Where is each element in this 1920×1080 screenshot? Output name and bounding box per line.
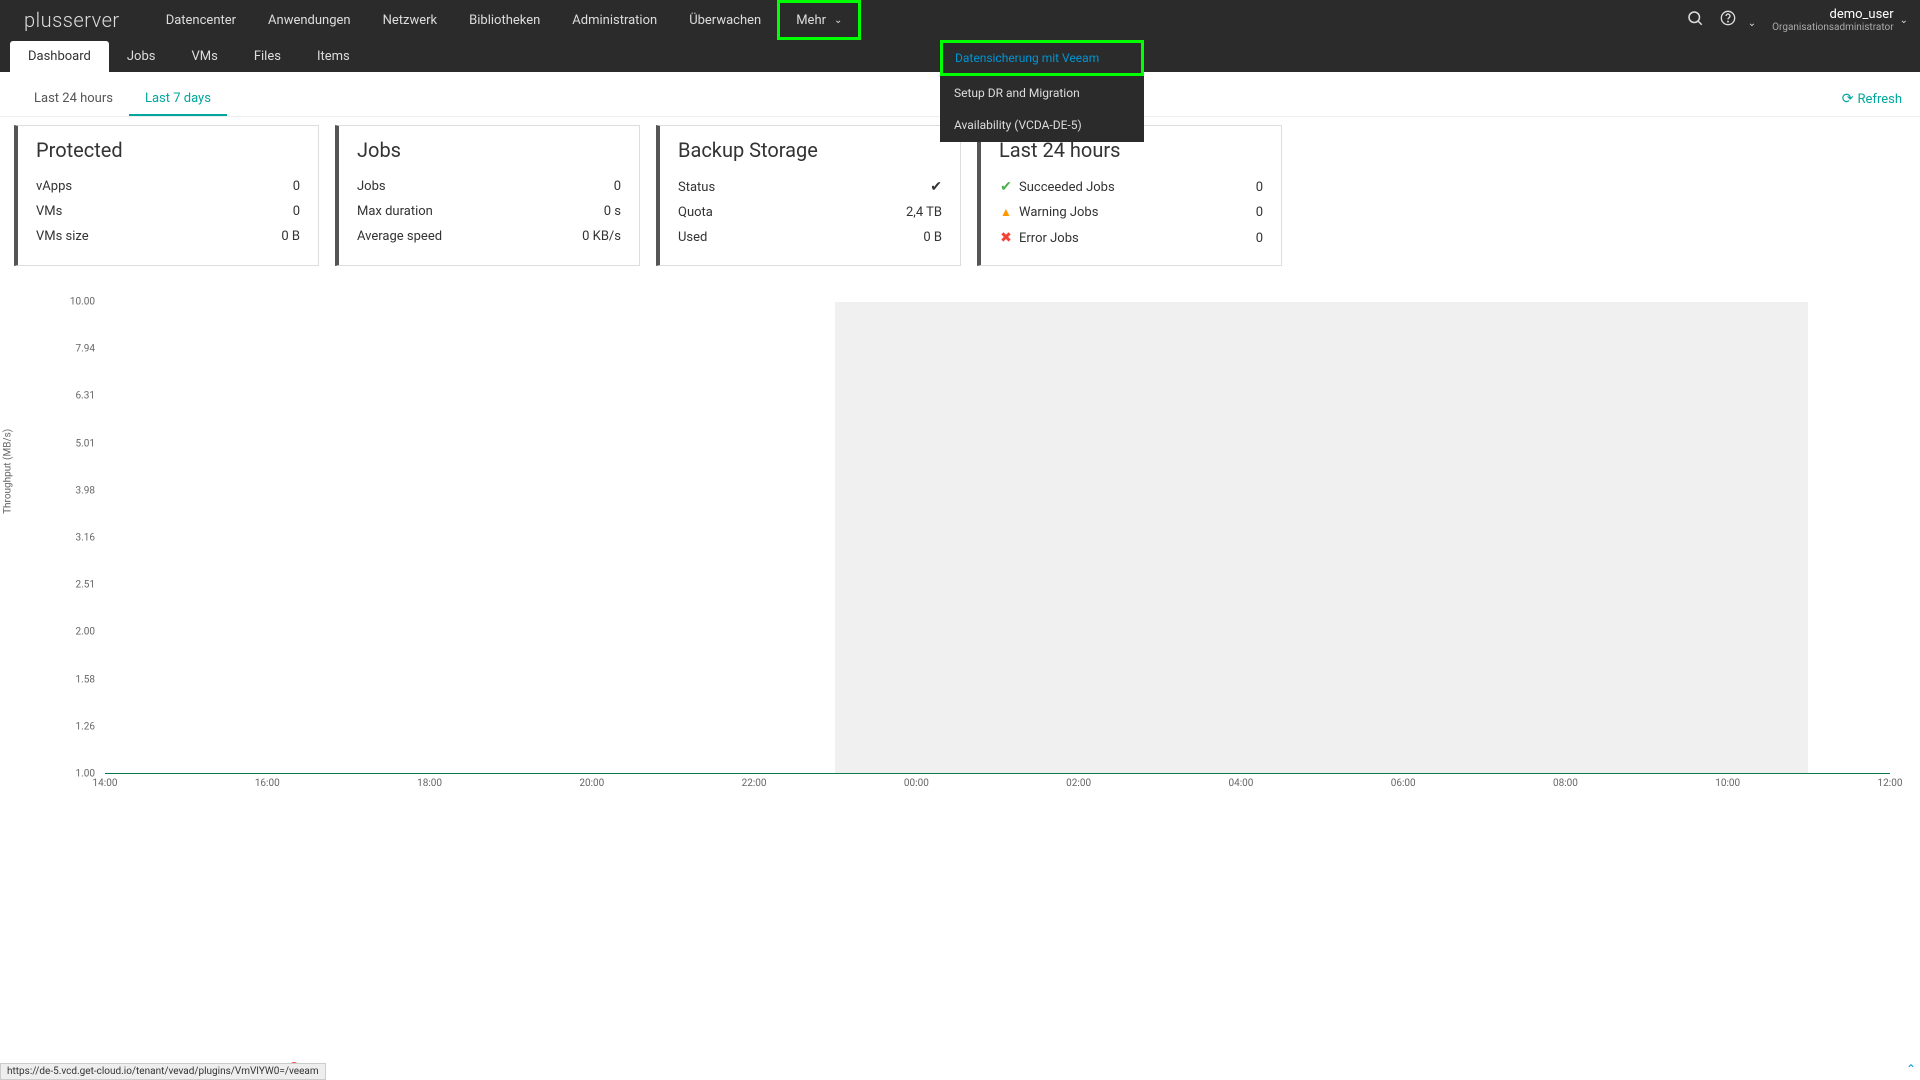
card-title: Protected [36,138,300,162]
xtick: 12:00 [1878,778,1903,789]
nav-items: Datencenter Anwendungen Netzwerk Bibliot… [150,0,862,40]
xtick: 08:00 [1553,778,1578,789]
ytick: 3.98 [65,485,95,496]
nav-right: ⌄ demo_user Organisationsadministrator ⌄ [1686,7,1908,33]
user-menu[interactable]: demo_user Organisationsadministrator ⌄ [1772,7,1908,33]
subtab-vms[interactable]: VMs [173,41,235,72]
check-icon: ✔ [930,179,942,195]
xtick: 00:00 [904,778,929,789]
dropdown-veeam[interactable]: Datensicherung mit Veeam [940,40,1144,76]
chart-inner: 14:00 16:00 18:00 20:00 22:00 00:00 02:00 04:00… [70,292,1890,792]
card-title: Backup Storage [678,138,942,162]
ytick: 2.00 [65,627,95,638]
user-text: demo_user Organisationsadministrator [1772,7,1893,33]
xtick: 22:00 [742,778,767,789]
ytick: 2.51 [65,580,95,591]
timetab-24h[interactable]: Last 24 hours [18,83,129,116]
subtab-dashboard[interactable]: Dashboard [10,41,109,72]
chart-xaxis: 14:0016:0018:0020:0022:0000:0002:0004:00… [105,778,1890,792]
ytick: 1.26 [65,721,95,732]
card-jobs: Jobs Jobs0 Max duration0 s Average speed… [335,125,640,266]
card-row: ✔Succeeded Jobs0 [999,174,1263,200]
card-row: Average speed0 KB/s [357,224,621,249]
chevron-down-icon: ⌄ [1900,15,1908,26]
ytick: 3.16 [65,533,95,544]
xtick: 04:00 [1228,778,1253,789]
brand-logo: plusserver [24,8,120,32]
chart-grid [105,302,1890,774]
xtick: 18:00 [417,778,442,789]
ytick: 6.31 [65,391,95,402]
card-row: Status✔ [678,174,942,200]
throughput-chart: Throughput (MB/s) 14:00 16:00 18:00 20:00 22… [0,282,1920,820]
card-row: Used0 B [678,225,942,250]
scroll-top-icon[interactable]: ⌃ [1906,1062,1916,1076]
xtick: 20:00 [579,778,604,789]
search-icon[interactable] [1686,9,1704,31]
card-last24: Last 24 hours ✔Succeeded Jobs0 ▲Warning … [977,125,1282,266]
card-row: VMs0 [36,199,300,224]
xtick: 06:00 [1391,778,1416,789]
card-row: Jobs0 [357,174,621,199]
top-nav: plusserver Datencenter Anwendungen Netzw… [0,0,1920,40]
chart-ylabel: Throughput (MB/s) [3,429,14,514]
warning-icon: ▲ [999,205,1013,219]
nav-bibliotheken[interactable]: Bibliotheken [453,0,556,40]
nav-anwendungen[interactable]: Anwendungen [252,0,367,40]
card-title: Jobs [357,138,621,162]
nav-more[interactable]: Mehr ⌄ [777,0,861,40]
card-row: ▲Warning Jobs0 [999,200,1263,225]
timetab-7d[interactable]: Last 7 days [129,83,227,116]
xtick: 14:00 [93,778,118,789]
xtick: 02:00 [1066,778,1091,789]
card-storage: Backup Storage Status✔ Quota2,4 TB Used0… [656,125,961,266]
card-row: vApps0 [36,174,300,199]
card-row: Quota2,4 TB [678,200,942,225]
refresh-label: Refresh [1858,92,1902,107]
card-row: VMs size0 B [36,224,300,249]
nav-more-label: Mehr [796,13,826,28]
help-icon[interactable]: ⌄ [1720,10,1756,30]
refresh-button[interactable]: ⟳ Refresh [1842,91,1902,107]
card-row: ✖Error Jobs0 [999,225,1263,251]
statusbar-url: https://de-5.vcd.get-cloud.io/tenant/vev… [0,1063,326,1080]
ytick: 1.58 [65,674,95,685]
subtab-items[interactable]: Items [299,41,368,72]
user-name: demo_user [1772,7,1893,22]
chevron-down-icon: ⌄ [1748,18,1756,29]
chart-shade [835,302,1808,774]
user-role: Organisationsadministrator [1772,22,1893,33]
card-row: Max duration0 s [357,199,621,224]
more-dropdown: Datensicherung mit Veeam Setup DR and Mi… [940,40,1144,142]
subtab-files[interactable]: Files [236,41,299,72]
chevron-down-icon: ⌄ [834,15,842,26]
subtab-jobs[interactable]: Jobs [109,41,174,72]
xtick: 16:00 [255,778,280,789]
nav-ueberwachen[interactable]: Überwachen [673,0,777,40]
ytick: 1.00 [65,769,95,780]
nav-netzwerk[interactable]: Netzwerk [367,0,454,40]
ytick: 7.94 [65,344,95,355]
card-protected: Protected vApps0 VMs0 VMs size0 B [14,125,319,266]
error-icon: ✖ [999,230,1013,246]
refresh-icon: ⟳ [1842,91,1854,107]
ytick: 5.01 [65,438,95,449]
dropdown-availability[interactable]: Availability (VCDA-DE-5) [942,110,1142,140]
check-icon: ✔ [999,179,1013,195]
nav-administration[interactable]: Administration [556,0,673,40]
nav-datacenter[interactable]: Datencenter [150,0,252,40]
xtick: 10:00 [1715,778,1740,789]
dropdown-dr[interactable]: Setup DR and Migration [942,78,1142,108]
chart-baseline [105,773,1890,774]
ytick: 10.00 [65,297,95,308]
